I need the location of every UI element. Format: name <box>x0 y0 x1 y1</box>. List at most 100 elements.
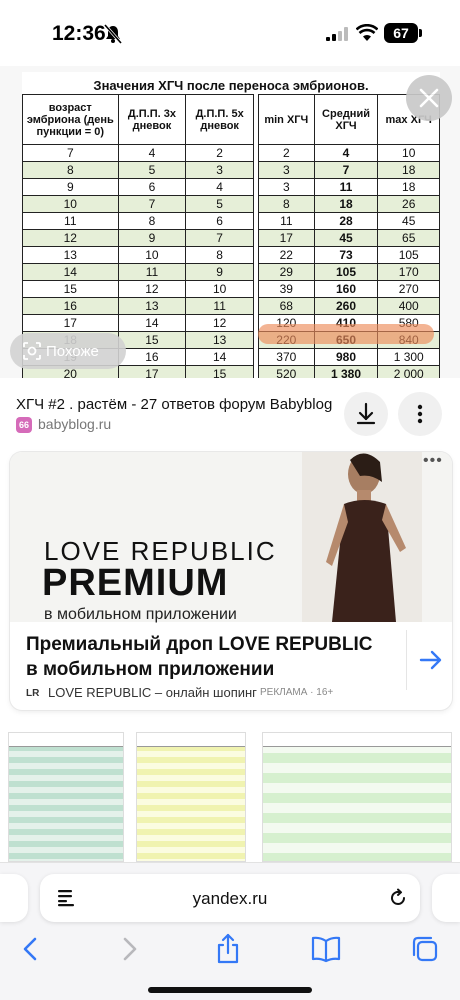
table-cell: 11 <box>313 178 379 196</box>
back-icon[interactable] <box>10 929 50 969</box>
table-row: 17 45 65 <box>258 229 440 247</box>
home-indicator <box>148 987 312 993</box>
table-cell: 17 <box>117 365 187 378</box>
col-header-dpp3: Д.П.П. 3х дневок <box>117 94 187 145</box>
table-cell: 7 <box>185 229 254 247</box>
table-cell: 14 <box>185 348 254 366</box>
table-cell: 9 <box>117 229 187 247</box>
ad-open-button[interactable] <box>406 630 452 690</box>
table-cell: 12 <box>185 314 254 332</box>
table-cell: 45 <box>313 229 379 247</box>
address-bar[interactable]: yandex.ru <box>40 874 420 922</box>
table-cell: 7 <box>117 195 187 213</box>
table-cell: 2 000 <box>377 365 440 378</box>
table-cell: 16 <box>22 297 119 315</box>
col-header-min: min ХГЧ <box>258 94 315 145</box>
table-cell: 2 <box>185 144 254 162</box>
image-viewer[interactable]: Значения ХГЧ после переноса эмбрионов. в… <box>0 66 460 378</box>
table-cell: 260 <box>313 297 379 315</box>
related-image-thumbnail[interactable] <box>8 732 124 862</box>
tabs-icon[interactable] <box>404 929 444 969</box>
table-cell: 6 <box>117 178 187 196</box>
table-row: 16 13 11 <box>22 297 254 315</box>
table-cell: 22 <box>258 246 315 264</box>
battery-nub <box>419 29 422 37</box>
next-tab-preview[interactable] <box>432 874 460 922</box>
table-cell: 520 <box>258 365 315 378</box>
lens-search-icon <box>23 342 41 360</box>
table-cell: 14 <box>22 263 119 281</box>
download-button[interactable] <box>344 392 388 436</box>
table-cell: 26 <box>377 195 440 213</box>
url-text: yandex.ru <box>192 889 268 908</box>
bookmarks-icon[interactable] <box>306 929 346 969</box>
more-options-button[interactable] <box>398 392 442 436</box>
ad-more-button[interactable]: ••• <box>423 452 443 470</box>
table-cell: 17 <box>258 229 315 247</box>
table-cell: 270 <box>377 280 440 298</box>
table-cell: 1 300 <box>377 348 440 366</box>
previous-tab-preview[interactable] <box>0 874 28 922</box>
table-cell: 160 <box>313 280 379 298</box>
table-cell: 13 <box>185 331 254 349</box>
table-row: 22 73 105 <box>258 246 440 264</box>
table-cell: 65 <box>377 229 440 247</box>
table-row: 2 4 10 <box>258 144 440 162</box>
site-favicon: 66 <box>16 417 32 433</box>
cellular-signal-icon <box>326 27 348 41</box>
table-row: 29 105 170 <box>258 263 440 281</box>
browser-toolbar: yandex.ru <box>0 862 460 1000</box>
table-row: 370 980 1 300 <box>258 348 440 366</box>
ad-card[interactable]: LOVE REPUBLIC PREMIUM в мобильном прилож… <box>10 452 452 710</box>
model-photo-icon <box>302 452 422 622</box>
table-title: Значения ХГЧ после переноса эмбрионов. <box>93 78 369 93</box>
table-cell: 8 <box>258 195 315 213</box>
similar-images-label: Похоже <box>46 343 99 360</box>
battery-indicator: 67 <box>384 23 418 43</box>
table-cell: 11 <box>22 212 119 230</box>
table-row: 3 7 18 <box>258 161 440 179</box>
arrow-right-icon <box>419 650 442 670</box>
table-cell: 11 <box>117 263 187 281</box>
result-domain-link[interactable]: babyblog.ru <box>38 416 111 432</box>
table-cell: 3 <box>258 178 315 196</box>
share-icon[interactable] <box>208 929 248 969</box>
col-header-dpp5: Д.П.П. 5х дневок <box>185 94 254 145</box>
table-cell: 3 <box>258 161 315 179</box>
ad-headline[interactable]: Премиальный дроп LOVE REPUBLIC в мобильн… <box>26 632 386 682</box>
table-cell: 17 <box>22 314 119 332</box>
table-cell: 11 <box>185 297 254 315</box>
table-cell: 4 <box>313 144 379 162</box>
related-image-thumbnail[interactable] <box>136 732 246 862</box>
table-row: 3 11 18 <box>258 178 440 196</box>
forward-icon[interactable] <box>110 929 150 969</box>
result-title-link[interactable]: ХГЧ #2 . растём - 27 ответов форум Babyb… <box>16 396 332 413</box>
table-cell: 1 380 <box>313 365 379 378</box>
table-cell: 4 <box>185 178 254 196</box>
table-cell: 9 <box>22 178 119 196</box>
table-cell: 9 <box>185 263 254 281</box>
similar-images-button[interactable]: Похоже <box>10 333 126 369</box>
table-cell: 5 <box>117 161 187 179</box>
table-row: 853 <box>22 161 254 179</box>
table-cell: 15 <box>185 365 254 378</box>
table-row: 11 28 45 <box>258 212 440 230</box>
wifi-icon <box>356 24 378 41</box>
table-row: 17 14 12 <box>22 314 254 332</box>
table-cell: 4 <box>117 144 187 162</box>
table-cell: 6 <box>185 212 254 230</box>
table-cell: 10 <box>185 280 254 298</box>
reload-icon[interactable] <box>388 888 408 908</box>
close-button[interactable] <box>406 75 452 121</box>
table-cell: 15 <box>117 331 187 349</box>
related-image-thumbnail[interactable] <box>262 732 452 862</box>
table-cell: 29 <box>258 263 315 281</box>
table-cell: 18 <box>377 178 440 196</box>
table-cell: 73 <box>313 246 379 264</box>
close-icon <box>419 88 439 108</box>
more-vertical-icon <box>417 404 423 424</box>
clock: 12:36 <box>52 22 106 45</box>
table-cell: 10 <box>377 144 440 162</box>
ad-banner-image: LOVE REPUBLIC PREMIUM в мобильном прилож… <box>10 452 452 623</box>
table-cell: 12 <box>117 280 187 298</box>
